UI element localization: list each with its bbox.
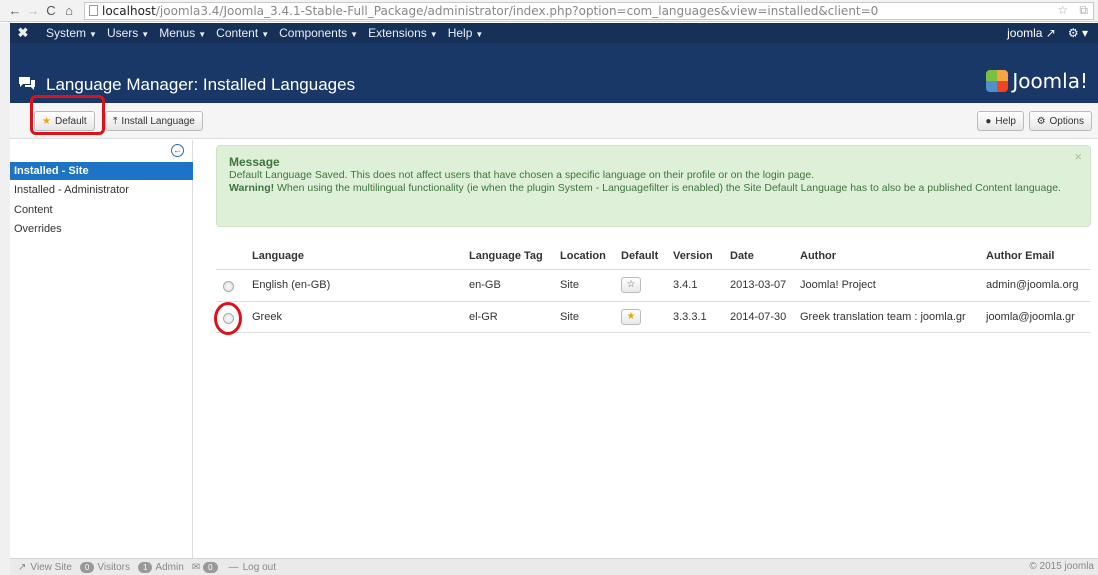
language-date: 2014-07-30 — [730, 311, 787, 323]
menu-menus[interactable]: Menus ▼ — [159, 26, 206, 40]
toolbar: ★ Default ⤒ Install Language ● Help ⚙ Op… — [10, 103, 1098, 139]
column-header-author[interactable]: Author — [800, 250, 836, 262]
visitors-indicator: 0 Visitors — [79, 561, 130, 573]
column-header-default[interactable]: Default — [621, 250, 658, 262]
joomla-logo-icon — [986, 70, 1009, 92]
external-link-icon: ↗ — [18, 561, 27, 573]
address-bar[interactable]: localhost /joomla3.4/Joomla_3.4.1-Stable… — [84, 1, 1094, 20]
admin-menu-bar: ✖ System ▼ Users ▼ Menus ▼ Content ▼ Compone… — [10, 23, 1098, 43]
help-button[interactable]: ● Help — [977, 111, 1024, 131]
menu-users[interactable]: Users ▼ — [107, 26, 149, 40]
caret-down-icon: ▼ — [198, 30, 207, 39]
message-text: Default Language Saved. This does not af… — [229, 169, 815, 181]
view-site-link[interactable]: ↗ View Site — [18, 562, 72, 573]
browser-toolbar: ← → C ⌂ localhost /joomla3.4/Joomla_3.4.… — [0, 0, 1098, 22]
caret-down-icon: ▼ — [141, 30, 150, 39]
table-row: English (en-GB) en-GB Site ☆ 3.4.1 2013-… — [216, 269, 1091, 301]
set-default-star-icon[interactable]: ☆ — [621, 277, 641, 293]
success-message: × Message Default Language Saved. This d… — [216, 145, 1091, 227]
default-star-icon[interactable]: ★ — [621, 309, 641, 325]
language-author: Greek translation team : joomla.gr — [800, 311, 966, 323]
language-author-email: admin@joomla.org — [986, 279, 1079, 291]
sidebar-item-content[interactable]: Content — [10, 201, 193, 219]
caret-down-icon: ▼ — [429, 30, 438, 39]
sidebar-item-installed-site[interactable]: Installed - Site — [10, 162, 193, 180]
message-warning: Warning! When using the multilingual fun… — [229, 182, 1061, 194]
logout-link[interactable]: — Log out — [229, 562, 276, 573]
language-version: 3.3.3.1 — [673, 311, 707, 323]
page-icon — [89, 5, 98, 16]
language-tag: en-GB — [469, 279, 501, 291]
close-icon[interactable]: × — [1074, 150, 1082, 163]
caret-down-icon: ▼ — [261, 30, 270, 39]
menu-system[interactable]: System ▼ — [46, 26, 97, 40]
column-header-email[interactable]: Author Email — [986, 250, 1054, 262]
language-version: 3.4.1 — [673, 279, 698, 291]
envelope-icon: ✉ — [191, 561, 201, 573]
joomla-brand: Joomla! — [986, 69, 1088, 93]
sidebar-toggle-icon[interactable]: ← — [171, 144, 184, 157]
bookmark-star-icon[interactable]: ☆ ⧉ — [1057, 3, 1092, 18]
messages-indicator[interactable]: ✉ 0 — [191, 561, 221, 573]
table-row: Greek el-GR Site ★ 3.3.3.1 2014-07-30 Gr… — [216, 301, 1091, 333]
language-author-email: joomla@joomla.gr — [986, 311, 1075, 323]
joomla-logo-icon[interactable]: ✖ — [10, 25, 36, 41]
menu-help[interactable]: Help ▼ — [448, 26, 484, 40]
gear-icon: ⚙ — [1036, 115, 1046, 127]
column-header-version[interactable]: Version — [673, 250, 713, 262]
options-button[interactable]: ⚙ Options — [1028, 111, 1092, 131]
sidebar-item-overrides[interactable]: Overrides — [10, 220, 193, 238]
caret-down-icon: ▼ — [475, 30, 484, 39]
admin-indicator: 1 Admin — [137, 561, 184, 573]
column-header-location[interactable]: Location — [560, 250, 606, 262]
star-icon: ★ — [42, 115, 51, 127]
menu-extensions[interactable]: Extensions ▼ — [368, 26, 438, 40]
page-title: Language Manager: Installed Languages — [46, 75, 356, 94]
language-location: Site — [560, 311, 579, 323]
settings-gear-icon[interactable]: ⚙ ▾ — [1068, 26, 1088, 40]
column-header-language[interactable]: Language — [252, 250, 304, 262]
language-date: 2013-03-07 — [730, 279, 787, 291]
url-path: /joomla3.4/Joomla_3.4.1-Stable-Full_Pack… — [155, 3, 879, 18]
menu-components[interactable]: Components ▼ — [279, 26, 358, 40]
default-button[interactable]: ★ Default — [34, 111, 95, 131]
url-host: localhost — [102, 3, 156, 18]
caret-down-icon: ▼ — [350, 30, 359, 39]
forward-button[interactable]: → — [24, 3, 42, 18]
language-author: Joomla! Project — [800, 279, 876, 291]
back-button[interactable]: ← — [6, 3, 24, 18]
caret-down-icon: ▼ — [89, 30, 97, 39]
column-header-tag[interactable]: Language Tag — [469, 250, 543, 262]
language-location: Site — [560, 279, 579, 291]
user-site-link[interactable]: joomla ↗ — [1007, 26, 1056, 40]
language-name: English (en-GB) — [252, 279, 331, 291]
comments-icon — [18, 76, 36, 95]
column-header-date[interactable]: Date — [730, 250, 754, 262]
install-language-button[interactable]: ⤒ Install Language — [105, 111, 203, 131]
window-edge — [0, 23, 10, 575]
status-footer: ↗ View Site 0 Visitors 1 Admin ✉ 0 — Log out … — [10, 558, 1098, 575]
menu-content[interactable]: Content ▼ — [216, 26, 269, 40]
reload-button[interactable]: C — [42, 3, 60, 18]
upload-icon: ⤒ — [113, 115, 118, 127]
minus-icon: — — [228, 561, 239, 573]
language-tag: el-GR — [469, 311, 498, 323]
row-select-radio[interactable] — [223, 313, 234, 324]
language-name: Greek — [252, 311, 282, 323]
home-button[interactable]: ⌂ — [60, 3, 78, 18]
message-title: Message — [229, 155, 280, 169]
page-header: Language Manager: Installed Languages Jo… — [10, 43, 1098, 103]
copyright-text: © 2015 joomla — [1029, 561, 1094, 572]
sidebar-item-installed-administrator[interactable]: Installed - Administrator — [10, 181, 193, 199]
sidebar: ← Installed - Site Installed - Administr… — [10, 140, 193, 558]
row-select-radio[interactable] — [223, 281, 234, 292]
question-icon: ● — [985, 115, 992, 127]
